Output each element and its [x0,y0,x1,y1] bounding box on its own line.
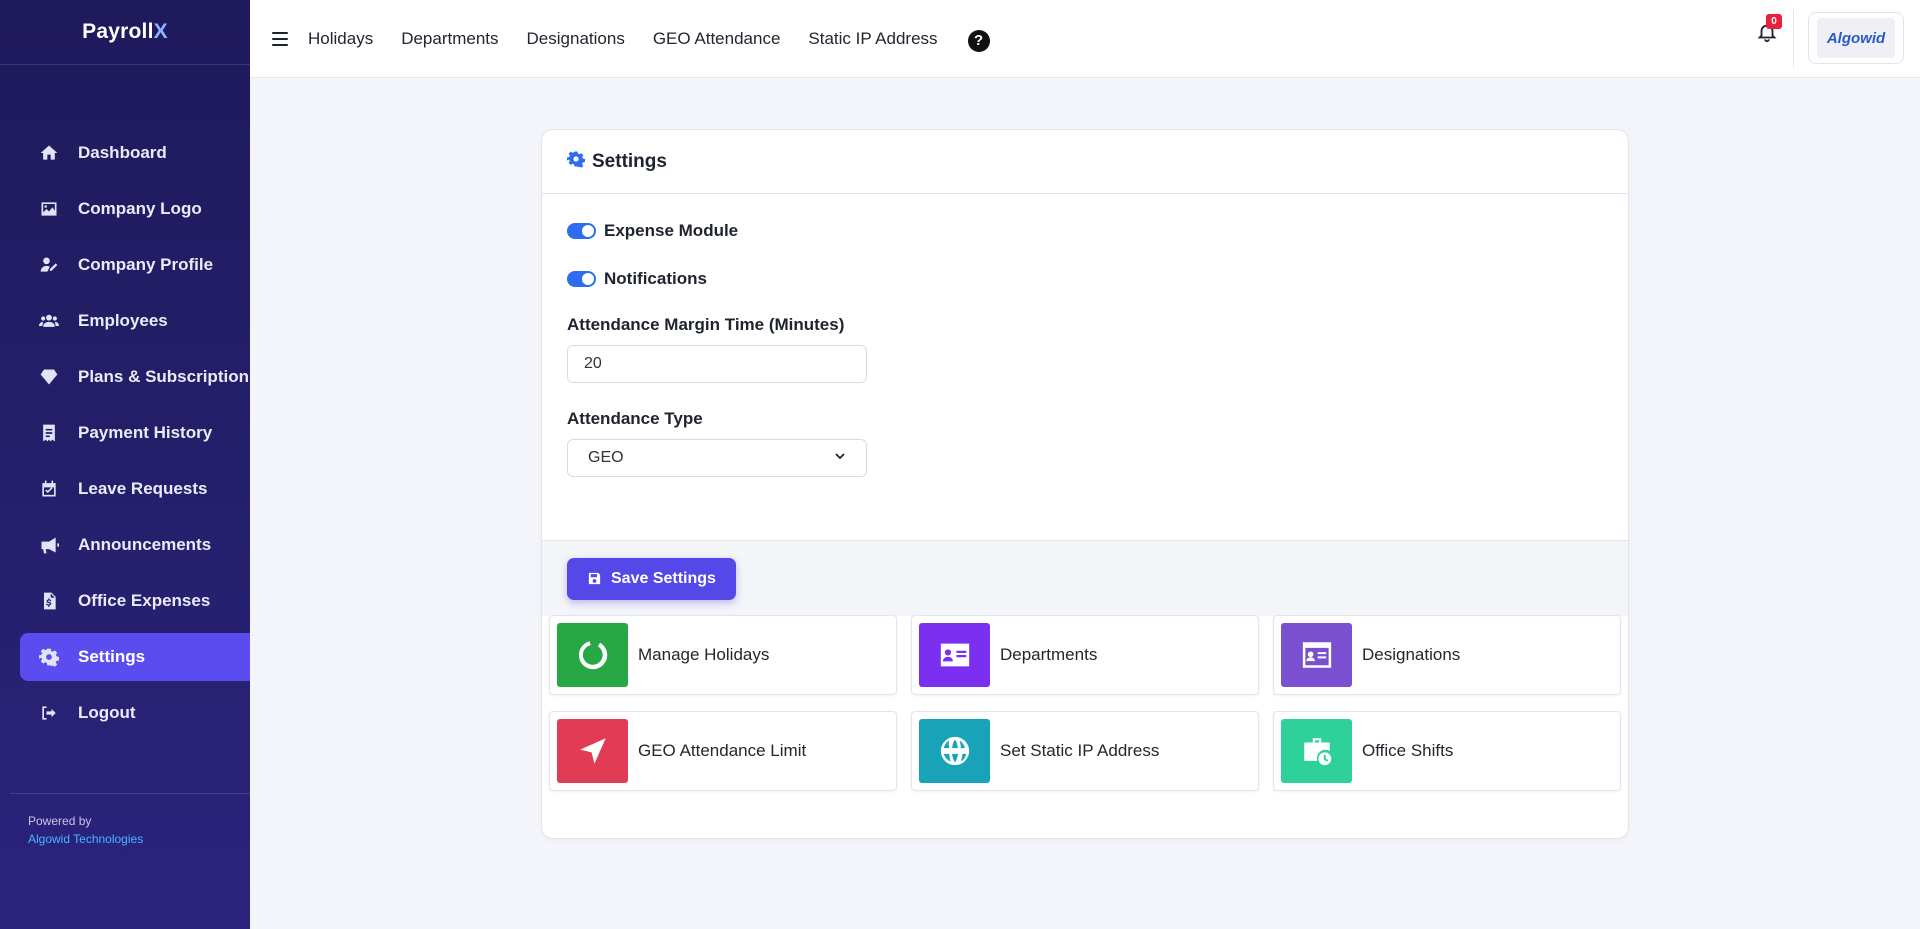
sidebar: Payroll X Dashboard Company Logo Company … [0,0,250,929]
sidebar-item-logout[interactable]: Logout [20,689,250,737]
sidebar-nav: Dashboard Company Logo Company Profile E… [20,129,250,745]
quick-links-grid: Manage Holidays Departments Designations… [549,615,1623,791]
gem-icon [38,366,60,388]
margin-time-input[interactable] [567,345,867,383]
expense-module-toggle[interactable] [567,223,596,239]
tile-office-shifts[interactable]: Office Shifts [1273,711,1621,791]
attendance-type-label: Attendance Type [567,409,703,428]
users-icon [38,310,60,332]
tile-label: Office Shifts [1362,741,1454,760]
tile-set-static-ip-address[interactable]: Set Static IP Address [911,711,1259,791]
sidebar-item-label: Payment History [78,423,213,442]
sidebar-item-announcements[interactable]: Announcements [20,521,250,569]
sidebar-item-settings[interactable]: Settings [20,633,250,681]
menu-toggle-icon[interactable] [272,31,288,46]
notification-count-badge: 0 [1766,14,1782,29]
home-icon [38,142,60,164]
save-settings-button[interactable]: Save Settings [567,557,736,600]
expense-module-row: Expense Module [567,219,1603,243]
tile-designations[interactable]: Designations [1273,615,1621,695]
save-settings-label: Save Settings [611,569,716,587]
sidebar-item-label: Company Profile [78,255,214,274]
sidebar-item-label: Employees [78,311,168,330]
image-icon [38,198,60,220]
save-icon [588,572,601,585]
calendar-check-icon [38,478,60,500]
sidebar-item-leave-requests[interactable]: Leave Requests [20,465,250,513]
top-nav: Holidays Departments Designations GEO At… [308,26,990,52]
gear-icon [567,150,585,173]
sidebar-item-office-expenses[interactable]: Office Expenses [20,577,250,625]
top-link-geo-attendance[interactable]: GEO Attendance [653,29,781,49]
brand-logo[interactable]: Payroll X [0,0,250,65]
sidebar-item-label: Plans & Subscription [78,367,249,386]
user-edit-icon [38,254,60,276]
tile-label: Manage Holidays [638,645,770,664]
tile-label: GEO Attendance Limit [638,741,807,760]
tile-label: Set Static IP Address [1000,741,1160,760]
sidebar-item-label: Leave Requests [78,479,208,498]
notifications-toggle[interactable] [567,271,596,287]
sidebar-item-label: Settings [78,647,146,666]
tile-geo-attendance-limit[interactable]: GEO Attendance Limit [549,711,897,791]
sidebar-item-label: Company Logo [78,199,202,218]
help-icon[interactable]: ? [967,29,990,52]
sidebar-item-label: Office Expenses [78,591,211,610]
tile-label: Departments [1000,645,1098,664]
chevron-down-icon [834,449,846,467]
invoice-icon [38,590,60,612]
id-card-icon [1281,623,1352,687]
receipt-icon [38,422,60,444]
sidebar-item-company-logo[interactable]: Company Logo [20,185,250,233]
top-link-static-ip-address[interactable]: Static IP Address [808,29,937,49]
top-link-holidays[interactable]: Holidays [308,29,373,49]
megaphone-icon [38,534,60,556]
page-title: Settings [592,150,667,172]
powered-by-label: Powered by [28,814,92,828]
tile-manage-holidays[interactable]: Manage Holidays [549,615,897,695]
globe-icon [919,719,990,783]
sidebar-item-label: Announcements [78,535,212,554]
attendance-type-value: GEO [588,449,624,466]
sidebar-item-company-profile[interactable]: Company Profile [20,241,250,289]
tile-departments[interactable]: Departments [911,615,1259,695]
sidebar-item-payment-history[interactable]: Payment History [20,409,250,457]
id-card-icon [919,623,990,687]
gear-icon [38,646,60,668]
briefcase-clock-icon [1281,719,1352,783]
settings-card-header: Settings [542,130,1628,194]
powered-by-company-link[interactable]: Algowid Technologies [28,830,143,848]
company-logo-avatar[interactable]: Algowid [1808,12,1904,64]
sidebar-item-label: Logout [78,703,136,722]
top-link-designations[interactable]: Designations [527,29,625,49]
brand-name: Payroll [82,20,154,43]
notifications-label: Notifications [604,269,707,288]
notifications-row: Notifications [567,267,1603,291]
sidebar-item-employees[interactable]: Employees [20,297,250,345]
company-logo-text: Algowid [1817,18,1895,58]
topbar: Holidays Departments Designations GEO At… [250,0,1920,78]
margin-time-label: Attendance Margin Time (Minutes) [567,315,845,334]
expense-module-label: Expense Module [604,221,739,240]
settings-card-footer: Save Settings [542,540,1628,616]
sidebar-item-label: Dashboard [78,143,167,162]
sidebar-item-dashboard[interactable]: Dashboard [20,129,250,177]
topbar-divider [1793,10,1794,68]
notification-bell-icon[interactable]: 0 [1756,14,1782,46]
settings-card: Settings Expense Module Notifications At… [541,129,1629,839]
circle-notch-icon [557,623,628,687]
powered-by: Powered by Algowid Technologies [28,812,143,848]
sidebar-item-plans-subscription[interactable]: Plans & Subscription [20,353,250,401]
settings-form: Expense Module Notifications Attendance … [542,194,1628,540]
tile-label: Designations [1362,645,1461,664]
top-link-departments[interactable]: Departments [401,29,498,49]
logout-icon [38,702,60,724]
attendance-type-select[interactable]: GEO [567,439,867,477]
location-arrow-icon [557,719,628,783]
brand-accent: X [153,20,168,43]
sidebar-divider [10,793,250,794]
